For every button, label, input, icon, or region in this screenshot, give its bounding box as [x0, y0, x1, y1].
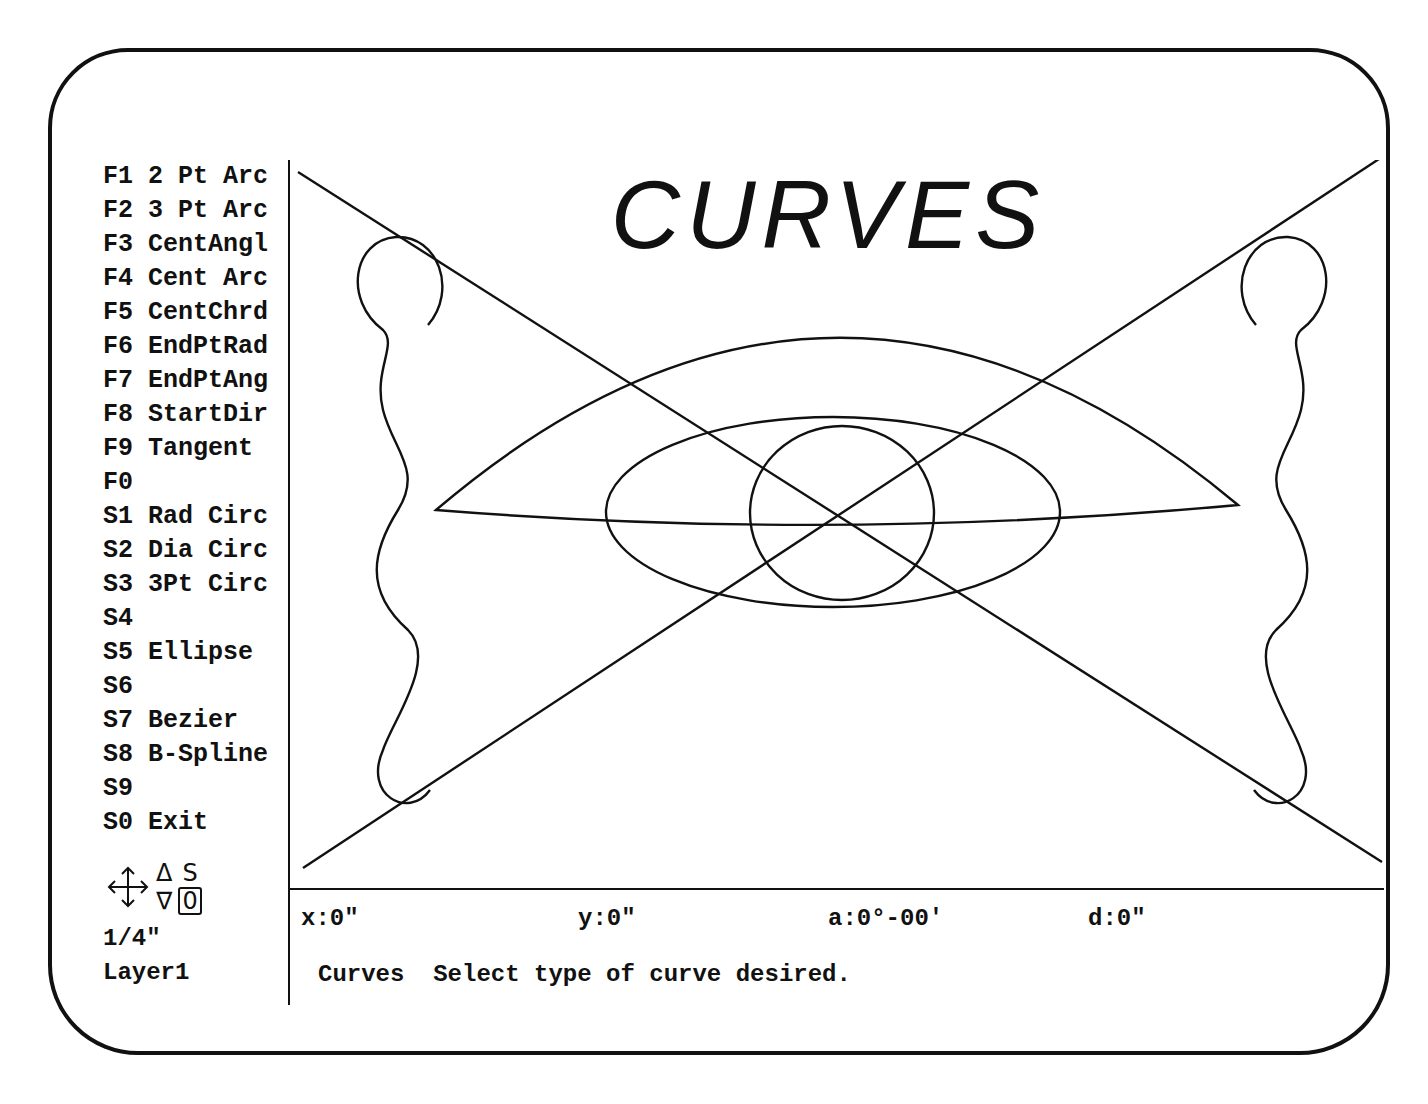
step-up-key[interactable]: Δ: [156, 859, 172, 887]
function-key-label: S2: [103, 534, 133, 568]
function-key-label: F2: [103, 194, 133, 228]
snap-key[interactable]: S: [182, 859, 197, 887]
function-key-label: F6: [103, 330, 133, 364]
function-key-item[interactable]: S1 Rad Circ: [103, 500, 288, 534]
function-key-command: Exit: [148, 806, 208, 840]
function-key-item[interactable]: F0: [103, 466, 288, 500]
function-key-label: F5: [103, 296, 133, 330]
coordinate-readouts: x:0"y:0"a:0°-00'd:0": [290, 890, 1384, 946]
function-key-item[interactable]: F6 EndPtRad: [103, 330, 288, 364]
cursor-controls: Δ∇S0: [103, 852, 288, 922]
function-key-command: 3 Pt Arc: [148, 194, 268, 228]
function-key-item[interactable]: S8 B-Spline: [103, 738, 288, 772]
circle: [750, 426, 934, 600]
drawing-canvas[interactable]: CURVES: [290, 160, 1384, 890]
function-key-item[interactable]: F4 Cent Arc: [103, 262, 288, 296]
function-key-command: B-Spline: [148, 738, 268, 772]
function-key-item[interactable]: F5 CentChrd: [103, 296, 288, 330]
function-key-label: F3: [103, 228, 133, 262]
diagonal-line: [298, 172, 1382, 862]
function-key-label: F7: [103, 364, 133, 398]
function-key-command: CentAngl: [148, 228, 268, 262]
coordinate-readout: a:0°-00': [828, 902, 1088, 946]
function-key-label: S3: [103, 568, 133, 602]
function-key-command: EndPtAng: [148, 364, 268, 398]
function-key-command: 3Pt Circ: [148, 568, 268, 602]
coordinate-readout: x:0": [301, 902, 578, 946]
prompt-message: Select type of curve desired.: [433, 958, 851, 992]
function-key-command: Ellipse: [148, 636, 253, 670]
function-key-item[interactable]: F1 2 Pt Arc: [103, 160, 288, 194]
function-key-item[interactable]: S5 Ellipse: [103, 636, 288, 670]
function-key-menu: F1 2 Pt Arc F2 3 Pt Arc F3 CentAngl F4 Cent Arc…: [103, 160, 288, 840]
drawing-title: CURVES: [611, 161, 1045, 268]
function-key-command: Tangent: [148, 432, 253, 466]
function-key-item[interactable]: S3 3Pt Circ: [103, 568, 288, 602]
function-key-item[interactable]: S2 Dia Circ: [103, 534, 288, 568]
function-key-label: S9: [103, 772, 133, 806]
step-keys: Δ∇: [156, 859, 172, 915]
function-key-item[interactable]: F8 StartDir: [103, 398, 288, 432]
spline-curve: [1242, 237, 1327, 803]
function-key-label: S5: [103, 636, 133, 670]
layer-label: Layer1: [103, 956, 288, 990]
crt-screen: F1 2 Pt Arc F2 3 Pt Arc F3 CentAngl F4 Cent Arc…: [48, 48, 1390, 1055]
function-key-label: F4: [103, 262, 133, 296]
function-key-label: S7: [103, 704, 133, 738]
function-key-item[interactable]: F7 EndPtAng: [103, 364, 288, 398]
mode-key[interactable]: 0: [178, 887, 201, 915]
spline-curve: [358, 237, 443, 803]
function-key-label: F9: [103, 432, 133, 466]
ellipse: [606, 417, 1060, 607]
function-key-item[interactable]: S9: [103, 772, 288, 806]
function-key-item[interactable]: S6: [103, 670, 288, 704]
function-key-command: EndPtRad: [148, 330, 268, 364]
function-key-item[interactable]: F2 3 Pt Arc: [103, 194, 288, 228]
prompt-line: Curves Select type of curve desired.: [290, 946, 1384, 992]
function-key-item[interactable]: F9 Tangent: [103, 432, 288, 466]
coordinate-readout: y:0": [578, 902, 828, 946]
step-down-key[interactable]: ∇: [156, 887, 172, 915]
scale-label: 1/4": [103, 922, 288, 956]
function-key-item[interactable]: S0 Exit: [103, 806, 288, 840]
function-key-panel: F1 2 Pt Arc F2 3 Pt Arc F3 CentAngl F4 Cent Arc…: [52, 160, 290, 1005]
function-key-label: S6: [103, 670, 133, 704]
function-key-command: CentChrd: [148, 296, 268, 330]
function-key-command: Rad Circ: [148, 500, 268, 534]
function-key-item[interactable]: S4: [103, 602, 288, 636]
prompt-mode: Curves: [318, 958, 404, 992]
function-key-command: Dia Circ: [148, 534, 268, 568]
function-key-label: S4: [103, 602, 133, 636]
function-key-label: S8: [103, 738, 133, 772]
diagonal-line: [303, 160, 1382, 868]
function-key-label: S0: [103, 806, 133, 840]
function-key-command: Bezier: [148, 704, 238, 738]
function-key-label: S1: [103, 500, 133, 534]
function-key-label: F8: [103, 398, 133, 432]
coordinate-readout: d:0": [1088, 902, 1384, 946]
function-key-label: F0: [103, 466, 133, 500]
page: F1 2 Pt Arc F2 3 Pt Arc F3 CentAngl F4 Cent Arc…: [0, 0, 1428, 1104]
function-key-label: F1: [103, 160, 133, 194]
drawing-area: CURVES x:0"y:0"a:0°-00'd:0" Curves Select t…: [290, 160, 1384, 992]
lens-curve: [436, 338, 1238, 525]
function-key-item[interactable]: S7 Bezier: [103, 704, 288, 738]
function-key-command: StartDir: [148, 398, 268, 432]
function-key-command: 2 Pt Arc: [148, 160, 268, 194]
function-key-item[interactable]: F3 CentAngl: [103, 228, 288, 262]
mode-keys: S0: [178, 859, 201, 915]
move-arrows-icon[interactable]: [106, 865, 150, 909]
function-key-command: Cent Arc: [148, 262, 268, 296]
